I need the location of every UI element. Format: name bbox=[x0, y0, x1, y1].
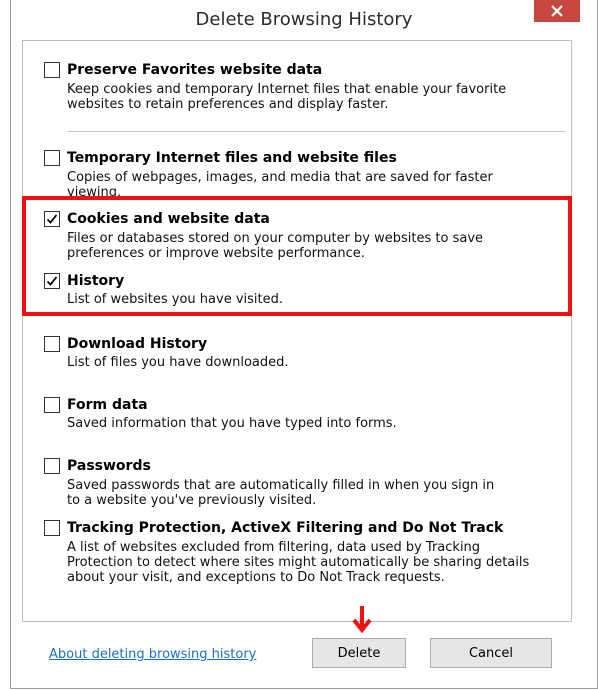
close-button[interactable] bbox=[534, 0, 580, 22]
close-icon bbox=[551, 2, 563, 21]
cancel-button[interactable]: Cancel bbox=[430, 638, 552, 668]
form-data-label: Form data bbox=[67, 397, 148, 413]
preserve-favorites-description: Keep cookies and temporary Internet file… bbox=[67, 82, 507, 112]
download-history-checkbox[interactable] bbox=[44, 336, 60, 352]
section-divider bbox=[68, 131, 566, 132]
download-history-label: Download History bbox=[67, 336, 208, 352]
tracking-protection-label: Tracking Protection, ActiveX Filtering a… bbox=[67, 520, 504, 536]
title-bar: Delete Browsing History bbox=[11, 0, 597, 36]
passwords-label: Passwords bbox=[67, 458, 151, 474]
download-history-description: List of files you have downloaded. bbox=[67, 355, 289, 370]
down-arrow-annotation-icon bbox=[352, 606, 372, 634]
passwords-checkbox[interactable] bbox=[44, 458, 60, 474]
form-data-description: Saved information that you have typed in… bbox=[67, 416, 397, 431]
temp-files-label: Temporary Internet files and website fil… bbox=[67, 150, 397, 166]
dialog-title: Delete Browsing History bbox=[195, 9, 413, 30]
tracking-protection-description: A list of websites excluded from filteri… bbox=[67, 540, 530, 585]
tracking-protection-checkbox[interactable] bbox=[44, 520, 60, 536]
highlight-box bbox=[22, 196, 572, 316]
about-deleting-history-link[interactable]: About deleting browsing history bbox=[49, 647, 256, 662]
preserve-favorites-checkbox[interactable] bbox=[44, 62, 60, 78]
delete-button[interactable]: Delete bbox=[312, 638, 406, 668]
form-data-checkbox[interactable] bbox=[44, 397, 60, 413]
passwords-description: Saved passwords that are automatically f… bbox=[67, 478, 495, 508]
preserve-favorites-label: Preserve Favorites website data bbox=[67, 62, 323, 78]
temp-files-checkbox[interactable] bbox=[44, 150, 60, 166]
